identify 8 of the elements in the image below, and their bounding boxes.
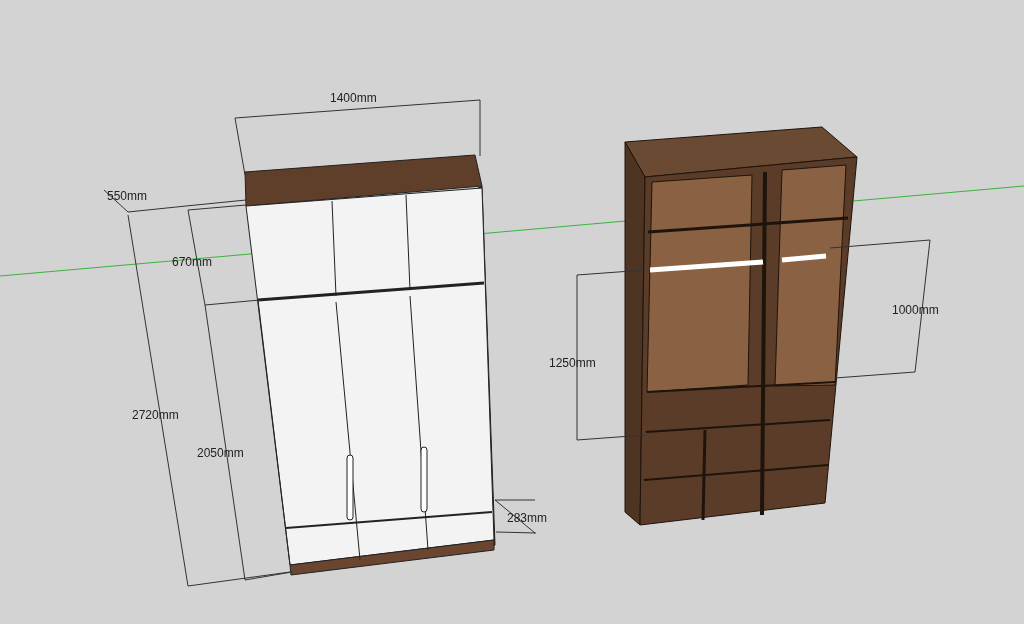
dimension-label: 1000mm: [892, 303, 939, 317]
dimension-label: 1400mm: [330, 91, 377, 105]
dimension-label: 550mm: [107, 189, 147, 203]
dimension-label: 670mm: [172, 255, 212, 269]
dimension-label: 283mm: [507, 511, 547, 525]
dimension-label: 2050mm: [197, 446, 244, 460]
dimension-label: 2720mm: [132, 408, 179, 422]
dimension-label: 1250mm: [549, 356, 596, 370]
